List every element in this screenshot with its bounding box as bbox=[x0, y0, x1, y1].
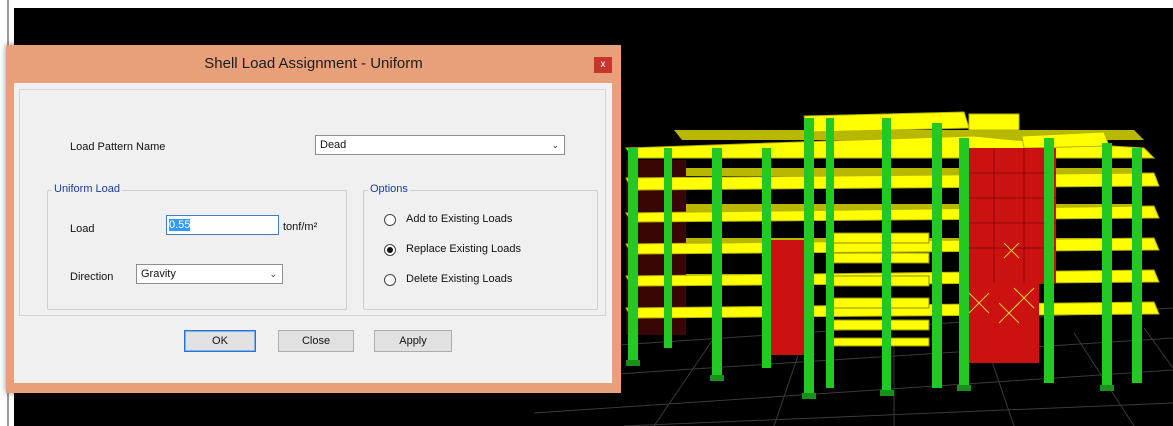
radio-replace-existing[interactable] bbox=[384, 244, 396, 256]
chevron-down-icon: ⌄ bbox=[551, 140, 559, 150]
option-replace-label: Replace Existing Loads bbox=[406, 243, 521, 255]
options-group: Options Add to Existing Loads Replace Ex… bbox=[363, 183, 598, 310]
option-delete-label: Delete Existing Loads bbox=[406, 273, 513, 285]
option-add-label: Add to Existing Loads bbox=[406, 213, 513, 225]
load-value-input[interactable]: 0.55 bbox=[166, 215, 279, 235]
direction-value: Gravity bbox=[141, 268, 176, 280]
dialog-title: Shell Load Assignment - Uniform bbox=[204, 55, 423, 72]
load-unit: tonf/m² bbox=[283, 221, 318, 233]
chevron-down-icon: ⌄ bbox=[269, 269, 277, 279]
direction-select[interactable]: Gravity ⌄ bbox=[136, 264, 283, 284]
dialog-inner-frame: Load Pattern Name Dead ⌄ Uniform Load Lo… bbox=[19, 89, 606, 316]
uniform-load-group: Uniform Load Load 0.55 tonf/m² Direction… bbox=[47, 183, 347, 310]
load-label: Load bbox=[70, 223, 95, 235]
direction-label: Direction bbox=[70, 271, 114, 283]
load-pattern-label: Load Pattern Name bbox=[70, 141, 166, 153]
shell-load-dialog: Shell Load Assignment - Uniform x Load P… bbox=[6, 45, 621, 393]
radio-delete-existing[interactable] bbox=[384, 274, 396, 286]
dialog-body: Load Pattern Name Dead ⌄ Uniform Load Lo… bbox=[14, 83, 612, 383]
load-pattern-select[interactable]: Dead ⌄ bbox=[315, 135, 565, 155]
uniform-load-title: Uniform Load bbox=[52, 183, 123, 195]
load-pattern-value: Dead bbox=[320, 139, 347, 151]
close-window-button[interactable]: x bbox=[594, 57, 612, 73]
front-slabs bbox=[624, 111, 1160, 319]
ok-button[interactable]: OK bbox=[184, 330, 256, 352]
radio-add-existing[interactable] bbox=[384, 214, 396, 226]
apply-button[interactable]: Apply bbox=[374, 330, 452, 352]
dialog-titlebar[interactable]: Shell Load Assignment - Uniform bbox=[6, 45, 621, 83]
close-button[interactable]: Close bbox=[278, 330, 354, 352]
column-bases bbox=[626, 360, 1114, 399]
options-title: Options bbox=[368, 183, 410, 195]
columns bbox=[628, 118, 1142, 398]
load-value-text: 0.55 bbox=[169, 219, 191, 231]
